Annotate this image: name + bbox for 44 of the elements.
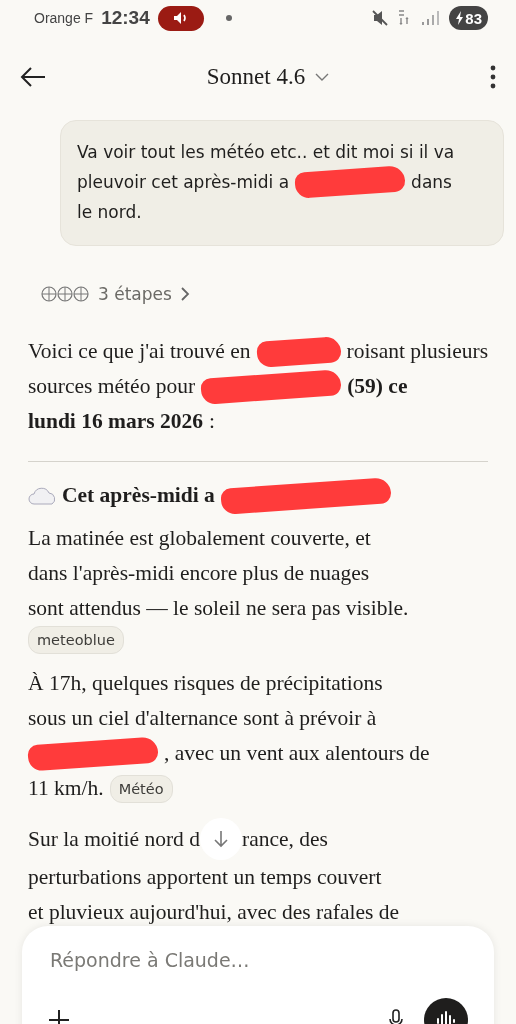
source-chip[interactable]: Météo <box>109 774 173 803</box>
message-text: dans <box>411 171 452 194</box>
arrow-down-icon <box>213 830 229 848</box>
message-text: sources météo pour <box>28 373 196 400</box>
reply-input[interactable]: Répondre à Claude… <box>48 948 468 972</box>
message-text: : <box>209 408 215 435</box>
chevron-right-icon <box>179 286 190 302</box>
message-text: Voici ce que j'ai trouvé en <box>28 338 251 365</box>
back-button[interactable] <box>20 67 46 87</box>
message-text: La matinée est globalement couverte, et <box>28 525 371 552</box>
menu-button[interactable] <box>490 65 496 89</box>
carrier-name: Orange F <box>34 10 94 26</box>
message-text: dans l'après-midi encore plus de nuages <box>28 560 370 587</box>
message-text: rance, des <box>242 825 328 853</box>
message-text: , avec un vent aux alentours de <box>164 740 430 767</box>
cloud-icon <box>28 486 58 505</box>
signal-icon <box>421 10 442 26</box>
speaker-icon <box>172 11 189 25</box>
model-title[interactable]: Sonnet 4.6 <box>206 64 306 90</box>
scroll-down-button[interactable] <box>200 818 242 860</box>
message-text: À 17h, quelques risques de précipitations <box>28 670 383 697</box>
battery-indicator: 83 <box>449 6 488 30</box>
message-text: le nord. <box>77 201 142 224</box>
message-text: perturbations apportent un temps couvert <box>28 864 382 891</box>
notification-dot <box>225 15 232 21</box>
message-text: Va voir tout les météo etc.. et dit moi si il va <box>77 141 455 164</box>
message-text: (59) ce <box>347 373 408 400</box>
globe-icon <box>40 285 90 303</box>
waveform-icon <box>435 1011 457 1024</box>
message-text: et pluvieux aujourd'hui, avec des rafales de <box>28 899 400 926</box>
sound-pill[interactable] <box>157 5 204 31</box>
clock-time: 12:34 <box>101 7 150 29</box>
mute-icon <box>371 9 390 27</box>
message-text: lundi 16 mars 2026 <box>28 408 203 435</box>
message-text: sous un ciel d'alternance sont à prévoir à <box>28 705 377 732</box>
steps-toggle[interactable]: 3 étapes <box>40 284 190 304</box>
message-text: Sur la moitié nord d <box>28 825 200 853</box>
message-text: pleuvoir cet après-midi a <box>77 171 290 194</box>
chevron-down-icon[interactable] <box>315 73 330 81</box>
message-text: roisant plusieurs <box>346 338 488 365</box>
message-text: Cet après-midi a <box>62 482 215 509</box>
message-text: sont attendus — le soleil ne sera pas visible. <box>28 595 409 622</box>
message-text: 11 km/h. <box>28 775 104 802</box>
source-chip[interactable]: meteoblue <box>28 626 124 654</box>
